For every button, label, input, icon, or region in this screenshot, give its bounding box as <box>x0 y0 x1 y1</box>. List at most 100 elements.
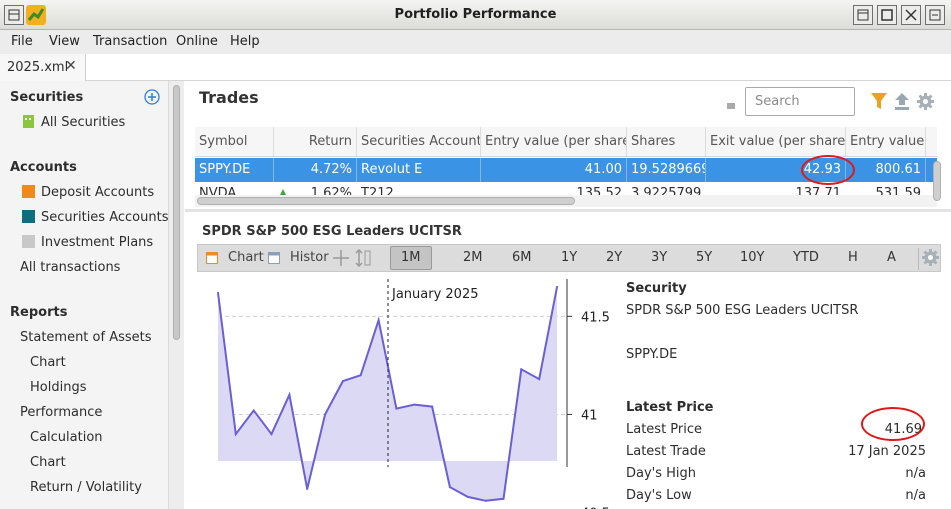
price-point <box>341 380 344 383</box>
cell-account: Revolut E <box>357 158 481 182</box>
cell-entry-per-share: 41.00 <box>481 158 627 182</box>
menu-view[interactable]: View <box>49 34 80 49</box>
column-header-return[interactable]: Return <box>274 127 357 156</box>
maximize-button[interactable] <box>877 5 897 25</box>
period-3y-button[interactable]: 3Y <box>651 250 667 265</box>
price-point <box>556 285 558 288</box>
price-chart[interactable]: January 2025 41.54140.5 <box>197 277 617 509</box>
period-5y-button[interactable]: 5Y <box>696 250 712 265</box>
pane-divider[interactable] <box>185 209 951 212</box>
period-6m-button[interactable]: 6M <box>512 250 532 265</box>
day-low-value: n/a <box>905 488 926 503</box>
main-panel: Trades Symbol Return Securities Account … <box>185 81 951 509</box>
measure-icon[interactable] <box>354 248 372 271</box>
tab-label: 2025.xml <box>7 60 69 75</box>
day-high-value: n/a <box>905 466 926 481</box>
chart-settings-gear-icon[interactable] <box>922 249 939 270</box>
sidebar-head-reports: Reports <box>10 305 68 320</box>
column-header-exit-value-per-share[interactable]: Exit value (per share) <box>706 127 846 156</box>
add-security-icon[interactable] <box>144 89 160 109</box>
period-2m-button[interactable]: 2M <box>463 250 483 265</box>
column-header-securities-account[interactable]: Securities Account <box>357 127 481 156</box>
chart-toolbar: Chart Histor 1M 2M 6M 1Y 2Y 3Y 5Y 10Y YT… <box>197 244 941 272</box>
search-field[interactable] <box>745 87 855 116</box>
menu-transaction[interactable]: Transaction <box>93 34 167 49</box>
tab-bar: 2025.xml ✕ <box>0 54 951 81</box>
filter-icon[interactable] <box>871 93 887 114</box>
period-ytd-button[interactable]: YTD <box>793 250 819 265</box>
sidebar-item-holdings[interactable]: Holdings <box>30 380 86 395</box>
column-header-entry-value-per-share[interactable]: Entry value (per share) <box>481 127 627 156</box>
sidebar-item-investment-plans[interactable]: Investment Plans <box>41 235 153 250</box>
sidebar-item-performance[interactable]: Performance <box>20 405 102 420</box>
sidebar-head-securities: Securities <box>10 90 84 105</box>
sidebar-item-deposit-accounts[interactable]: Deposit Accounts <box>41 185 154 200</box>
price-point <box>359 374 362 377</box>
cell-entry-per-share: 135.52 <box>481 182 627 195</box>
chart-tab[interactable]: Chart <box>228 250 264 265</box>
price-point <box>502 497 505 500</box>
table-vertical-scrollbar[interactable] <box>930 157 944 205</box>
investment-plan-icon <box>22 235 35 248</box>
sidebar-item-return-volatility[interactable]: Return / Volatility <box>30 480 142 495</box>
cell-return: 1.62% <box>274 182 357 195</box>
menu-help[interactable]: Help <box>230 34 260 49</box>
table-horizontal-scrollbar[interactable] <box>195 195 937 207</box>
info-security-name: SPDR S&P 500 ESG Leaders UCITSR <box>626 303 859 318</box>
close-window-button[interactable] <box>901 5 921 25</box>
column-header-shares[interactable]: Shares <box>627 127 706 156</box>
price-point <box>217 291 219 294</box>
shade-button[interactable] <box>853 5 873 25</box>
search-input[interactable] <box>746 88 854 115</box>
sidebar-item-soa-chart[interactable]: Chart <box>30 355 66 370</box>
minimize-button[interactable] <box>925 5 945 25</box>
filter-menu-icon[interactable] <box>727 98 735 113</box>
security-info-panel: Security SPDR S&P 500 ESG Leaders UCITSR… <box>626 277 926 509</box>
maximize-icon <box>881 9 893 21</box>
period-h-button[interactable]: H <box>848 250 858 265</box>
settings-gear-icon[interactable] <box>917 93 934 114</box>
highlight-latest-price <box>861 407 925 441</box>
history-tab[interactable]: Histor <box>290 250 329 265</box>
highlight-exit-value <box>801 155 855 185</box>
sidebar: Securities All Securities Accounts Depos… <box>0 81 168 509</box>
sidebar-item-calculation[interactable]: Calculation <box>30 430 103 445</box>
sidebar-item-all-securities[interactable]: All Securities <box>41 115 125 130</box>
cell-symbol: NVDA <box>195 182 274 195</box>
price-point <box>252 409 255 412</box>
info-ticker: SPPY.DE <box>626 347 678 362</box>
period-2y-button[interactable]: 2Y <box>606 250 622 265</box>
sidebar-item-performance-chart[interactable]: Chart <box>30 455 66 470</box>
table-vscroll-thumb[interactable] <box>933 161 941 201</box>
cell-symbol: SPPY.DE <box>195 158 274 182</box>
app-window: Portfolio Performance File View Transact… <box>0 0 951 509</box>
period-10y-button[interactable]: 10Y <box>740 250 764 265</box>
tab-close-icon[interactable]: ✕ <box>65 58 77 74</box>
cell-account: T212 <box>357 182 481 195</box>
sidebar-scrollbar[interactable] <box>168 81 184 509</box>
price-point <box>306 488 309 490</box>
toolbar-separator <box>918 248 919 270</box>
export-icon[interactable] <box>894 93 910 114</box>
column-header-symbol[interactable]: Symbol <box>195 127 274 156</box>
period-a-button[interactable]: A <box>887 250 896 265</box>
sidebar-scroll-thumb[interactable] <box>173 85 180 340</box>
cell-return: 4.72% <box>274 158 357 182</box>
price-point <box>538 378 541 381</box>
sidebar-item-securities-accounts[interactable]: Securities Accounts <box>41 210 168 225</box>
sidebar-item-all-transactions[interactable]: All transactions <box>20 260 120 275</box>
latest-trade-value: 17 Jan 2025 <box>848 444 926 459</box>
table-hscroll-thumb[interactable] <box>197 197 575 205</box>
period-1m-button[interactable]: 1M <box>390 246 432 270</box>
menu-file[interactable]: File <box>11 34 33 49</box>
crosshair-icon[interactable] <box>333 250 349 270</box>
minimize-icon <box>929 9 941 21</box>
period-1y-button[interactable]: 1Y <box>561 250 577 265</box>
sidebar-item-statement-of-assets[interactable]: Statement of Assets <box>20 330 152 345</box>
info-latest-head: Latest Price <box>626 400 714 415</box>
tab-file[interactable]: 2025.xml ✕ <box>0 54 86 81</box>
column-header-entry-value[interactable]: Entry value <box>846 127 926 156</box>
menu-online[interactable]: Online <box>176 34 218 49</box>
y-tick-label: 41 <box>581 408 598 423</box>
price-point <box>377 319 380 322</box>
